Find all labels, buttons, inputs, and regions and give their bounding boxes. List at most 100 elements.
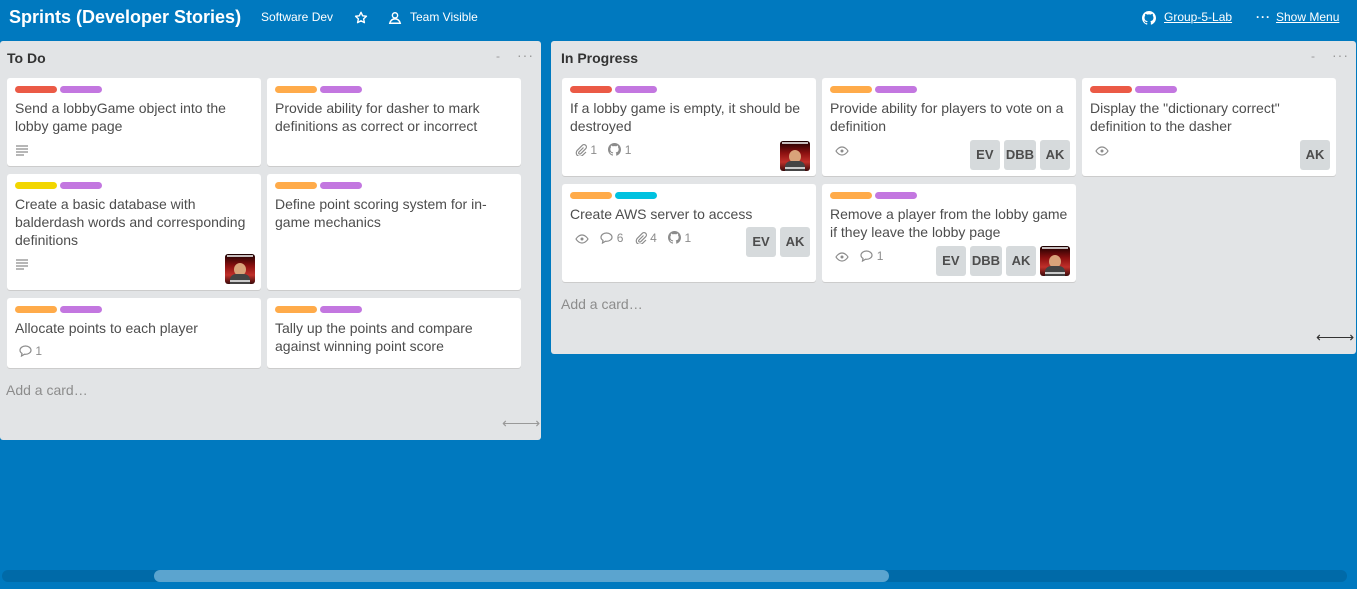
team-name[interactable]: Software Dev bbox=[261, 10, 333, 24]
add-card-button[interactable]: Add a card… bbox=[561, 296, 643, 312]
card-labels bbox=[15, 182, 105, 190]
comment-icon bbox=[860, 250, 873, 263]
member-initials[interactable]: DBB bbox=[969, 246, 1002, 276]
comment-count: 1 bbox=[876, 248, 884, 263]
card[interactable]: If a lobby game is empty, it should be d… bbox=[562, 78, 816, 176]
label-red bbox=[15, 86, 57, 93]
label-purple bbox=[60, 86, 102, 93]
member-avatar[interactable] bbox=[225, 254, 255, 284]
github-icon bbox=[1142, 11, 1156, 25]
label-orange bbox=[275, 182, 317, 189]
comment-badge: 6 bbox=[600, 231, 623, 245]
github-icon bbox=[668, 230, 682, 244]
list-title[interactable]: To Do bbox=[7, 50, 46, 66]
label-purple bbox=[320, 86, 362, 93]
comment-icon bbox=[600, 232, 613, 245]
card-members bbox=[221, 254, 255, 284]
list-scroll-arrows[interactable]: ⟵⟶ bbox=[502, 415, 540, 432]
member-initials[interactable]: AK bbox=[1300, 140, 1330, 170]
card-title: Create a basic database with balderdash … bbox=[15, 196, 246, 248]
card[interactable]: Remove a player from the lobby game if t… bbox=[822, 184, 1076, 282]
attachment-count: 4 bbox=[650, 230, 657, 245]
board-title[interactable]: Sprints (Developer Stories) bbox=[9, 7, 241, 28]
card-title: Provide ability for dasher to mark defin… bbox=[275, 100, 480, 134]
watching-icon bbox=[835, 143, 849, 157]
member-initials[interactable]: DBB bbox=[1003, 140, 1036, 170]
attachment-icon bbox=[635, 231, 647, 245]
show-menu-button[interactable]: Show Menu bbox=[1276, 10, 1339, 24]
add-card-button[interactable]: Add a card… bbox=[6, 382, 88, 398]
card-badges bbox=[15, 256, 37, 271]
board-header: Sprints (Developer Stories) Software Dev… bbox=[0, 0, 1357, 36]
comment-badge: 1 bbox=[860, 249, 883, 263]
member-initials[interactable]: AK bbox=[780, 227, 810, 257]
label-orange bbox=[830, 86, 872, 93]
minimize-list-button[interactable]: - bbox=[1311, 49, 1315, 63]
card[interactable]: Create AWS server to access 6 4 1 EV AK bbox=[562, 184, 816, 282]
member-avatar[interactable] bbox=[780, 141, 810, 171]
github-icon bbox=[608, 142, 622, 156]
card-members: EV AK bbox=[742, 227, 810, 257]
list-menu-icon[interactable]: ··· bbox=[517, 47, 534, 63]
member-initials[interactable]: AK bbox=[1040, 140, 1070, 170]
attachment-badge: 4 bbox=[635, 231, 657, 245]
member-initials[interactable]: EV bbox=[935, 246, 966, 276]
list-menu-icon[interactable]: ··· bbox=[1332, 47, 1349, 63]
card-labels bbox=[570, 86, 660, 94]
list-title[interactable]: In Progress bbox=[561, 50, 638, 66]
star-icon[interactable] bbox=[354, 11, 368, 25]
card-title: Remove a player from the lobby game if t… bbox=[830, 206, 1068, 240]
comment-count: 1 bbox=[35, 343, 43, 358]
comment-count: 6 bbox=[616, 230, 624, 245]
card[interactable]: Create a basic database with balderdash … bbox=[7, 174, 261, 290]
member-initials[interactable]: AK bbox=[1006, 246, 1036, 276]
more-icon[interactable]: ··· bbox=[1256, 10, 1271, 24]
member-avatar[interactable] bbox=[1040, 246, 1070, 276]
github-count: 1 bbox=[624, 142, 632, 157]
card[interactable]: Provide ability for dasher to mark defin… bbox=[267, 78, 521, 166]
card-badges bbox=[835, 142, 857, 157]
label-purple bbox=[60, 306, 102, 313]
watching-icon bbox=[835, 249, 849, 263]
label-purple bbox=[60, 182, 102, 189]
label-orange bbox=[275, 86, 317, 93]
card-title: Create AWS server to access bbox=[570, 206, 753, 222]
github-badge: 1 bbox=[668, 230, 692, 245]
card-title: Display the "dictionary correct" definit… bbox=[1090, 100, 1280, 134]
label-orange bbox=[570, 192, 612, 199]
card-labels bbox=[275, 306, 365, 314]
label-purple bbox=[875, 86, 917, 93]
member-initials[interactable]: EV bbox=[746, 227, 776, 257]
member-initials[interactable]: EV bbox=[969, 140, 1000, 170]
label-sky bbox=[615, 192, 657, 199]
github-count: 1 bbox=[684, 230, 692, 245]
card[interactable]: Provide ability for players to vote on a… bbox=[822, 78, 1076, 176]
comment-badge: 1 bbox=[19, 344, 42, 358]
card[interactable]: Send a lobbyGame object into the lobby g… bbox=[7, 78, 261, 166]
card-labels bbox=[1090, 86, 1180, 94]
horizontal-scrollbar-thumb[interactable] bbox=[154, 570, 889, 582]
card-members: EV DBB AK bbox=[932, 246, 1070, 276]
card[interactable]: Display the "dictionary correct" definit… bbox=[1082, 78, 1336, 176]
card-labels bbox=[275, 86, 365, 94]
label-purple bbox=[320, 306, 362, 313]
card[interactable]: Define point scoring system for in-game … bbox=[267, 174, 521, 290]
minimize-list-button[interactable]: - bbox=[496, 49, 500, 63]
card-badges: 1 1 bbox=[575, 142, 639, 157]
card[interactable]: Allocate points to each player 1 bbox=[7, 298, 261, 368]
team-visibility-icon bbox=[388, 12, 402, 24]
card-members bbox=[776, 141, 810, 171]
attachment-icon bbox=[575, 143, 587, 157]
card-labels bbox=[275, 182, 365, 190]
card-labels bbox=[830, 86, 920, 94]
github-repo-link[interactable]: Group-5-Lab bbox=[1164, 10, 1232, 24]
description-icon bbox=[15, 143, 29, 157]
card[interactable]: Tally up the points and compare against … bbox=[267, 298, 521, 368]
comment-icon bbox=[19, 345, 32, 358]
label-red bbox=[1090, 86, 1132, 93]
list-scroll-arrows[interactable]: ⟵⟶ bbox=[1316, 329, 1354, 346]
github-badge: 1 bbox=[608, 142, 632, 157]
description-icon bbox=[15, 257, 29, 271]
visibility-button[interactable]: Team Visible bbox=[410, 10, 478, 24]
card-title: Send a lobbyGame object into the lobby g… bbox=[15, 100, 226, 134]
